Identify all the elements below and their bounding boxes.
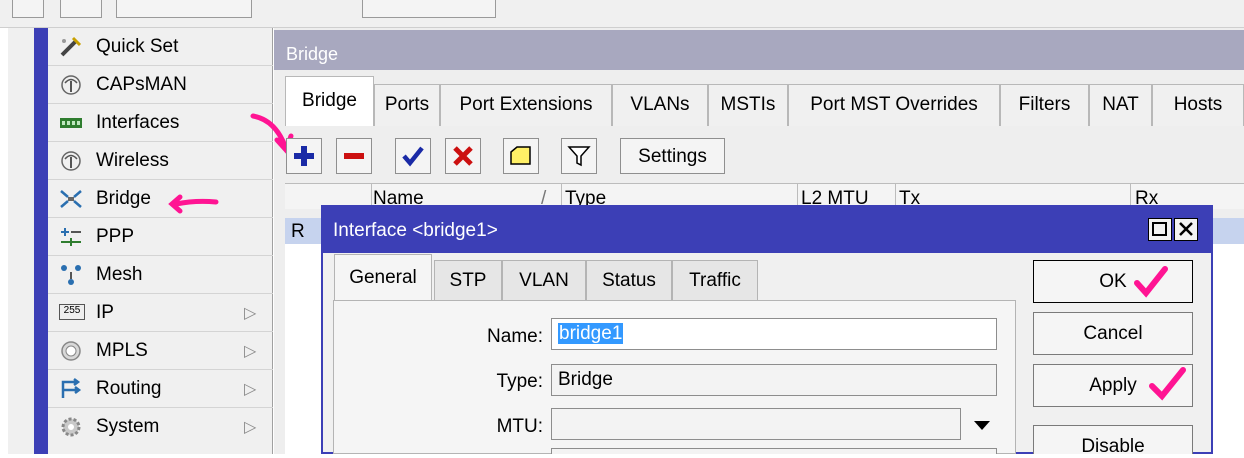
maximize-icon [1152,222,1167,236]
ppp-icon [61,228,81,246]
tab-status[interactable]: Status [586,260,672,300]
tab-nat[interactable]: NAT [1089,84,1152,126]
tab-stp[interactable]: STP [434,260,502,300]
submenu-arrow-icon: ▷ [244,381,257,398]
tab-ports[interactable]: Ports [374,84,440,126]
minus-icon [344,153,364,159]
bridge-icon [60,190,82,208]
cross-icon [453,146,473,166]
ip-icon: 255 [59,304,85,320]
system-icon [61,417,81,437]
sidebar-item-mpls[interactable]: MPLS ▷ [48,332,273,370]
routing-icon [61,378,82,398]
submenu-arrow-icon: ▷ [244,343,257,360]
comment-button[interactable] [503,138,539,174]
capsman-icon [61,75,81,95]
apply-label: Apply [1089,375,1137,396]
enable-button[interactable] [395,138,431,174]
tab-general[interactable]: General [334,254,432,300]
sidebar-item-wireless[interactable]: Wireless [48,142,273,180]
mtu-field[interactable] [551,408,961,440]
disable-dialog-button[interactable]: Disable [1033,425,1193,457]
toolbar-button-4[interactable] [362,0,496,18]
sidebar-menu: Quick Set CAPsMAN Interfaces Wireless Br… [48,28,273,454]
bridge-tabs: Bridge Ports Port Extensions VLANs MSTIs… [285,76,1244,126]
sidebar-item-interfaces[interactable]: Interfaces [48,104,273,142]
tab-hosts[interactable]: Hosts [1152,84,1244,126]
wireless-icon [61,151,81,171]
tab-vlan[interactable]: VLAN [502,260,586,300]
sidebar-item-quick-set[interactable]: Quick Set [48,28,273,66]
plus-icon [294,146,314,166]
dropdown-arrow-icon[interactable] [972,418,992,432]
tab-vlans[interactable]: VLANs [612,84,708,126]
mtu-label: MTU: [496,416,543,437]
name-value: bridge1 [558,323,624,344]
checkmark-annotation-icon [1134,266,1168,298]
checkmark-annotation-icon [1149,367,1186,401]
interfaces-icon [60,118,82,128]
name-field[interactable]: bridge1 [551,318,997,350]
filter-button[interactable] [561,138,597,174]
sidebar-item-label: Bridge [96,188,151,209]
window-title: Bridge [274,30,1244,70]
sidebar-item-label: MPLS [96,340,148,361]
maximize-button[interactable] [1148,218,1172,241]
mpls-icon [61,341,81,361]
annotation-arrow-icon [168,194,219,214]
cancel-button[interactable]: Cancel [1033,312,1193,355]
tab-port-mst-overrides[interactable]: Port MST Overrides [788,84,1000,126]
sidebar-item-routing[interactable]: Routing ▷ [48,370,273,408]
check-icon [402,146,424,167]
settings-button[interactable]: Settings [620,138,725,174]
sidebar-item-label: Interfaces [96,112,180,133]
next-field[interactable] [551,448,997,454]
quick-set-icon [60,36,82,57]
submenu-arrow-icon: ▷ [244,305,257,322]
sidebar-item-label: CAPsMAN [96,74,187,95]
sidebar-item-mesh[interactable]: Mesh [48,256,273,294]
tab-mstis[interactable]: MSTIs [708,84,788,126]
row-flag: R [291,221,305,242]
tab-bridge[interactable]: Bridge [285,76,374,126]
sidebar-item-ppp[interactable]: PPP [48,218,273,256]
disable-button[interactable] [445,138,481,174]
type-label: Type: [496,371,543,392]
close-icon [1179,222,1193,236]
close-button[interactable] [1174,218,1198,241]
name-label: Name: [487,326,543,347]
add-button[interactable] [286,138,322,174]
tab-filters[interactable]: Filters [1000,84,1089,126]
remove-button[interactable] [336,138,372,174]
sidebar-item-label: Routing [96,378,162,399]
sidebar-item-label: Mesh [96,264,143,285]
dialog-title: Interface <bridge1> [323,207,1211,253]
sidebar-accent-strip [34,28,48,454]
note-icon [510,146,531,165]
tab-traffic[interactable]: Traffic [672,260,758,300]
sidebar-item-label: IP [96,302,114,323]
sidebar-item-label: PPP [96,226,135,247]
filter-icon [567,146,591,167]
sidebar-item-label: Quick Set [96,36,179,57]
toolbar-button-1[interactable] [12,0,44,18]
submenu-arrow-icon: ▷ [244,419,257,436]
toolbar-button-3[interactable] [116,0,252,18]
toolbar-button-2[interactable] [60,0,102,18]
sidebar-item-ip[interactable]: 255 IP ▷ [48,294,273,332]
sidebar-item-capsman[interactable]: CAPsMAN [48,66,273,104]
sidebar-item-bridge[interactable]: Bridge [48,180,273,218]
ok-button[interactable]: OK [1033,260,1193,303]
ok-label: OK [1099,271,1127,292]
sidebar-item-label: System [96,416,160,437]
sidebar-item-system[interactable]: System ▷ [48,408,273,446]
type-field: Bridge [551,364,997,396]
tab-port-extensions[interactable]: Port Extensions [440,84,612,126]
mesh-icon [61,265,81,285]
sidebar-item-label: Wireless [96,150,169,171]
